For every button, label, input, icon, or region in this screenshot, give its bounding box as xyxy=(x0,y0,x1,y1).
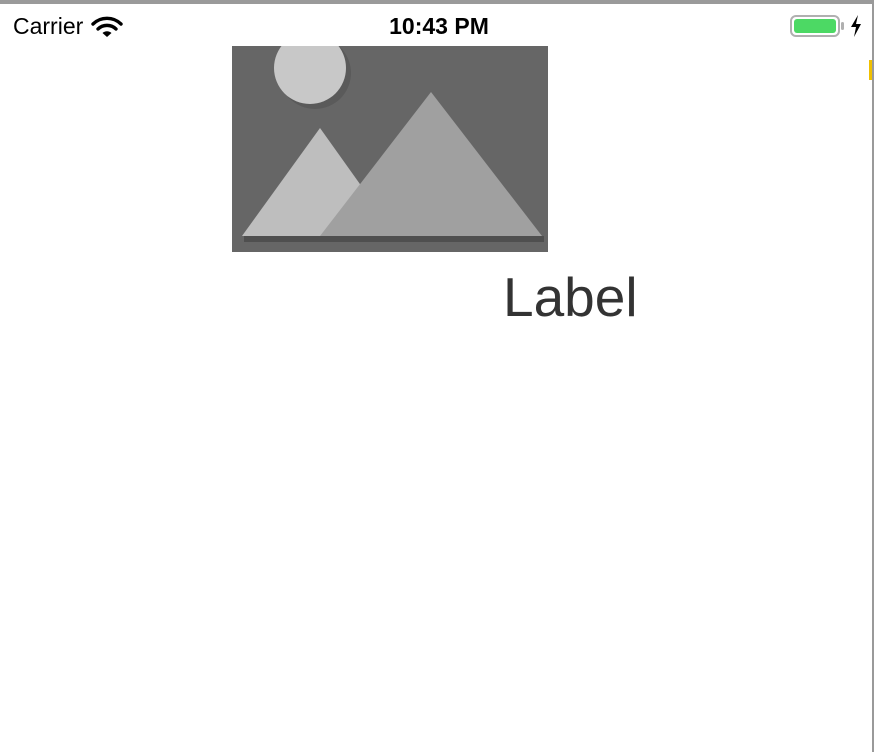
image-placeholder xyxy=(232,46,548,252)
status-bar: Carrier 10:43 PM xyxy=(0,4,872,48)
content-label: Label xyxy=(503,266,638,328)
edge-accent xyxy=(869,60,872,80)
image-placeholder-icon xyxy=(232,46,548,252)
charging-bolt-icon xyxy=(850,15,862,37)
battery-icon xyxy=(790,14,846,38)
app-screen: Carrier 10:43 PM Label xyxy=(0,0,874,752)
status-time: 10:43 PM xyxy=(389,13,489,39)
battery-indicator xyxy=(790,14,862,38)
